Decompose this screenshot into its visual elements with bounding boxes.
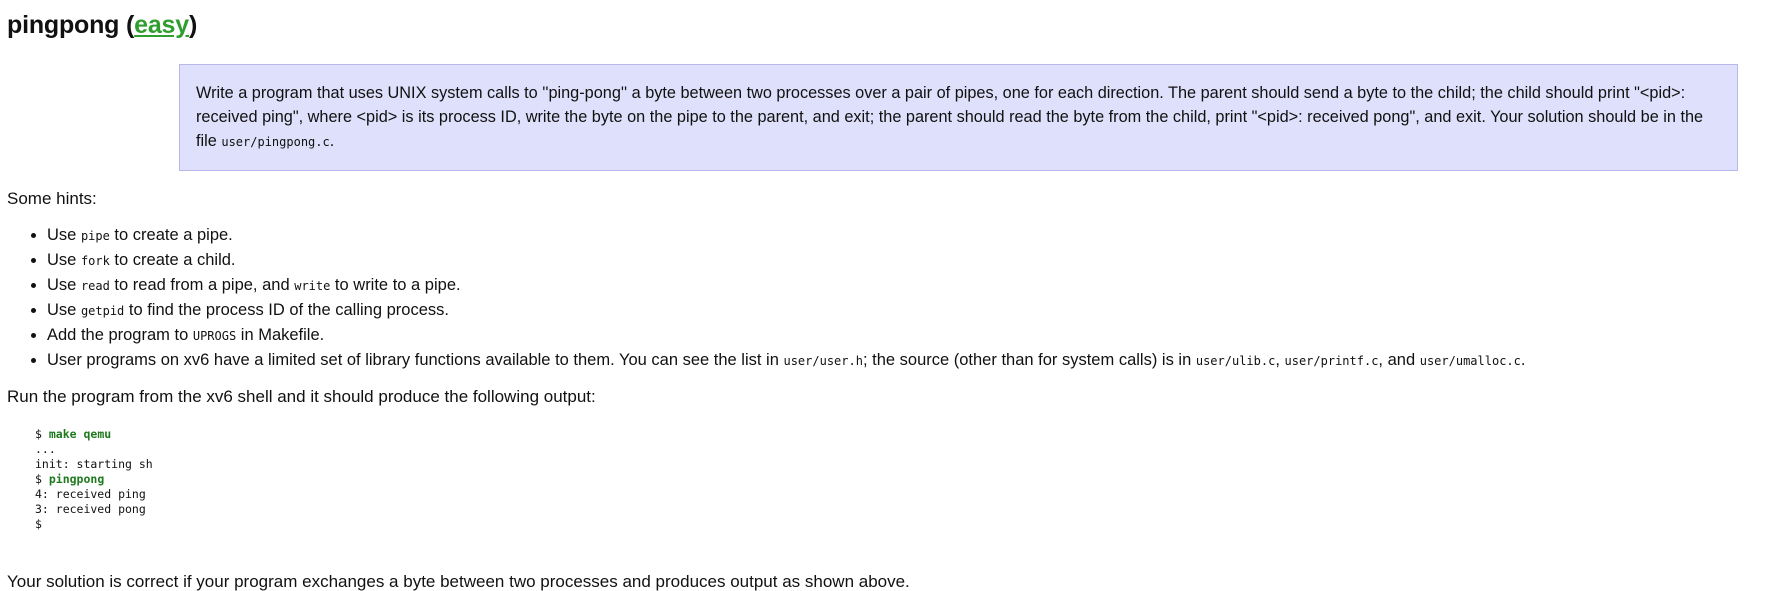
hint-code: getpid: [80, 304, 125, 318]
hint-text: Add the program to: [47, 326, 193, 344]
page-title: pingpong (easy): [7, 10, 1762, 40]
conclusion-text: Your solution is correct if your program…: [7, 572, 910, 591]
hint-text: , and: [1378, 351, 1420, 369]
assignment-text: Write a program that uses UNIX system ca…: [196, 84, 1704, 150]
hint-text: Use: [47, 301, 81, 319]
output-line: 3: received pong: [35, 502, 146, 516]
output-line: 4: received ping: [35, 487, 146, 501]
hint-code: UPROGS: [192, 329, 237, 343]
shell-prompt: $: [35, 472, 49, 486]
assignment-box: Write a program that uses UNIX system ca…: [179, 64, 1738, 171]
hint-item: Add the program to UPROGS in Makefile.: [47, 323, 1762, 348]
hint-text: to find the process ID of the calling pr…: [124, 301, 449, 319]
hint-code: user/printf.c: [1284, 354, 1379, 368]
hint-text: User programs on xv6 have a limited set …: [47, 351, 784, 369]
hint-item: Use fork to create a child.: [47, 248, 1762, 273]
output-line: ...: [35, 442, 56, 456]
hint-text: to create a pipe.: [109, 226, 233, 244]
difficulty-link[interactable]: easy: [134, 11, 189, 39]
hint-item: Use read to read from a pipe, and write …: [47, 273, 1762, 298]
hint-text: ; the source (other than for system call…: [862, 351, 1196, 369]
hint-text: to read from a pipe, and: [109, 276, 295, 294]
hint-text: ,: [1275, 351, 1285, 369]
hint-code: write: [294, 279, 331, 293]
title-close-paren: ): [188, 11, 198, 39]
hint-text: Use: [47, 251, 81, 269]
hint-code: user/ulib.c: [1195, 354, 1276, 368]
page: pingpong (easy) Write a program that use…: [0, 0, 1769, 591]
output-line: init: starting sh: [35, 457, 153, 471]
shell-prompt: $: [35, 517, 42, 531]
hint-text: to create a child.: [109, 251, 236, 269]
hint-text: .: [1520, 351, 1526, 369]
hint-code: read: [80, 279, 110, 293]
title-open-paren: (: [119, 11, 135, 39]
assignment-file: user/pingpong.c: [221, 135, 330, 149]
hint-code: user/user.h: [783, 354, 863, 368]
hint-code: user/umalloc.c: [1419, 354, 1521, 368]
hints-list: Use pipe to create a pipe. Use fork to c…: [7, 223, 1762, 373]
assignment-text-end: .: [329, 132, 335, 150]
hint-code: pipe: [80, 229, 110, 243]
hint-code: fork: [80, 254, 110, 268]
shell-command: make qemu: [48, 427, 112, 441]
hints-intro: Some hints:: [7, 189, 97, 208]
hint-item: User programs on xv6 have a limited set …: [47, 348, 1762, 373]
hint-text: in Makefile.: [236, 326, 325, 344]
hint-item: Use getpid to find the process ID of the…: [47, 298, 1762, 323]
shell-command: pingpong: [48, 472, 105, 486]
run-intro: Run the program from the xv6 shell and i…: [7, 387, 596, 406]
hint-item: Use pipe to create a pipe.: [47, 223, 1762, 248]
shell-prompt: $: [35, 427, 49, 441]
title-name: pingpong: [7, 11, 120, 39]
hint-text: to write to a pipe.: [330, 276, 461, 294]
expected-output: $ make qemu ... init: starting sh $ ping…: [35, 427, 1762, 532]
hint-text: Use: [47, 226, 81, 244]
hint-text: Use: [47, 276, 81, 294]
